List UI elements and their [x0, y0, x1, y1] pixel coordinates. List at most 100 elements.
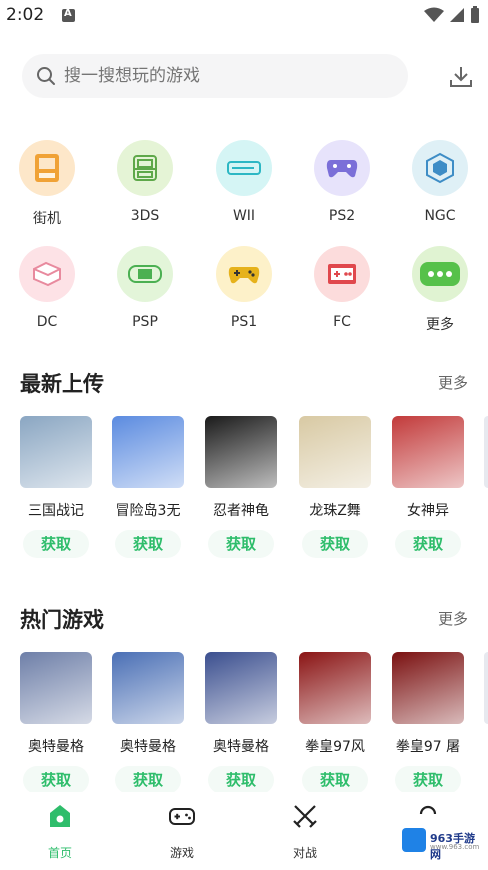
platform-item[interactable]: DC	[7, 246, 87, 330]
game-card[interactable]: 奥特曼格 获取	[16, 652, 96, 794]
game-name: 冒险岛3无	[115, 503, 181, 519]
game-name: 三国战记	[28, 503, 84, 519]
platform-item[interactable]: 街机	[7, 140, 87, 228]
game-name: 龙珠Z舞	[309, 503, 361, 519]
section-title-latest: 最新上传	[20, 372, 104, 396]
game-name: 拳皇97风	[305, 739, 365, 755]
battle-icon	[293, 805, 317, 828]
get-button[interactable]: 获取	[302, 766, 368, 794]
gamepad-icon	[314, 140, 370, 196]
more-link-latest[interactable]: 更多	[438, 372, 468, 393]
game-name: 奥特曼格	[28, 739, 84, 755]
game-name: 女神异	[407, 503, 449, 519]
platform-label: NGC	[424, 208, 456, 224]
game-card[interactable]: 拳皇97 屠获取	[388, 652, 468, 794]
game-card[interactable]: 龙珠Z舞获取	[295, 416, 375, 558]
partial-game-card[interactable]	[484, 652, 488, 724]
platform-label: 更多	[426, 317, 454, 333]
wii-icon	[216, 140, 272, 196]
platform-label: WII	[232, 208, 256, 224]
download-icon[interactable]	[448, 64, 474, 90]
gamepad-icon	[169, 808, 195, 825]
platform-label: PS1	[230, 314, 258, 330]
section-title-hot: 热门游戏	[20, 608, 104, 632]
get-button[interactable]: 获取	[23, 530, 89, 558]
notification-icon	[62, 8, 75, 22]
platform-item[interactable]: PS1	[204, 246, 284, 330]
signal-icon	[450, 8, 464, 22]
famicom-icon	[314, 246, 370, 302]
controller-icon	[216, 246, 272, 302]
platform-item[interactable]: PSP	[105, 246, 185, 330]
game-cover-image[interactable]	[299, 652, 371, 724]
game-card[interactable]: 奥特曼格 获取	[108, 652, 188, 794]
watermark-badge-icon	[402, 828, 426, 852]
game-card[interactable]: 奥特曼格 获取	[201, 652, 281, 794]
game-card[interactable]: 冒险岛3无获取	[108, 416, 188, 558]
game-cover-image[interactable]	[20, 652, 92, 724]
game-name: 忍者神龟	[213, 503, 269, 519]
game-name: 拳皇97 屠	[395, 739, 461, 755]
more-icon	[412, 246, 468, 302]
game-card[interactable]: 女神异 获取	[388, 416, 468, 558]
status-bar: 2:02	[0, 0, 488, 32]
get-button[interactable]: 获取	[208, 766, 274, 794]
game-cover-image[interactable]	[392, 416, 464, 488]
game-cover-image[interactable]	[205, 416, 277, 488]
search-icon	[37, 67, 55, 85]
3ds-icon	[117, 140, 173, 196]
gamecube-icon	[412, 140, 468, 196]
partial-game-card[interactable]	[484, 416, 488, 488]
platform-item[interactable]: 3DS	[105, 140, 185, 224]
status-icons	[424, 6, 480, 24]
search-input[interactable]	[64, 54, 394, 98]
get-button[interactable]: 获取	[23, 766, 89, 794]
arcade-icon	[19, 140, 75, 196]
game-cover-image[interactable]	[299, 416, 371, 488]
game-name: 奥特曼格	[213, 739, 269, 755]
nav-label: 对战	[292, 846, 317, 860]
platform-label: 3DS	[130, 208, 160, 224]
platform-label: PS2	[328, 208, 356, 224]
platform-item[interactable]: PS2	[302, 140, 382, 224]
game-cover-image[interactable]	[112, 652, 184, 724]
get-button[interactable]: 获取	[302, 530, 368, 558]
game-cover-image[interactable]	[392, 652, 464, 724]
get-button[interactable]: 获取	[395, 530, 461, 558]
nav-label: 游戏	[169, 846, 194, 860]
watermark-logo: 963手游网 www.963.com	[402, 828, 482, 861]
game-card[interactable]: 拳皇97风获取	[295, 652, 375, 794]
home-icon	[50, 805, 70, 827]
nav-home[interactable]: 首页	[20, 802, 100, 861]
profile-icon	[419, 805, 437, 815]
get-button[interactable]: 获取	[115, 766, 181, 794]
platform-item[interactable]: NGC	[400, 140, 480, 224]
platform-label: FC	[333, 314, 351, 330]
dreamcast-icon	[19, 246, 75, 302]
nav-label: 首页	[47, 846, 72, 860]
watermark-sub: www.963.com	[430, 843, 480, 851]
wifi-icon	[424, 7, 444, 22]
search-bar[interactable]	[22, 54, 408, 98]
game-card[interactable]: 三国战记 获取	[16, 416, 96, 558]
nav-games[interactable]: 游戏	[142, 802, 222, 861]
get-button[interactable]: 获取	[115, 530, 181, 558]
game-cover-image[interactable]	[112, 416, 184, 488]
platform-label: 街机	[33, 211, 61, 227]
game-cover-image[interactable]	[20, 416, 92, 488]
game-name: 奥特曼格	[120, 739, 176, 755]
status-time: 2:02	[6, 5, 45, 25]
game-cover-image[interactable]	[205, 652, 277, 724]
platform-label: PSP	[132, 314, 158, 330]
platform-item[interactable]: 更多	[400, 246, 480, 334]
get-button[interactable]: 获取	[395, 766, 461, 794]
more-link-hot[interactable]: 更多	[438, 608, 468, 629]
get-button[interactable]: 获取	[208, 530, 274, 558]
platform-label: DC	[36, 314, 58, 330]
game-card[interactable]: 忍者神龟 获取	[201, 416, 281, 558]
platform-item[interactable]: FC	[302, 246, 382, 330]
nav-battle[interactable]: 对战	[265, 802, 345, 861]
battery-icon	[471, 6, 479, 23]
platform-item[interactable]: WII	[204, 140, 284, 224]
psp-icon	[117, 246, 173, 302]
